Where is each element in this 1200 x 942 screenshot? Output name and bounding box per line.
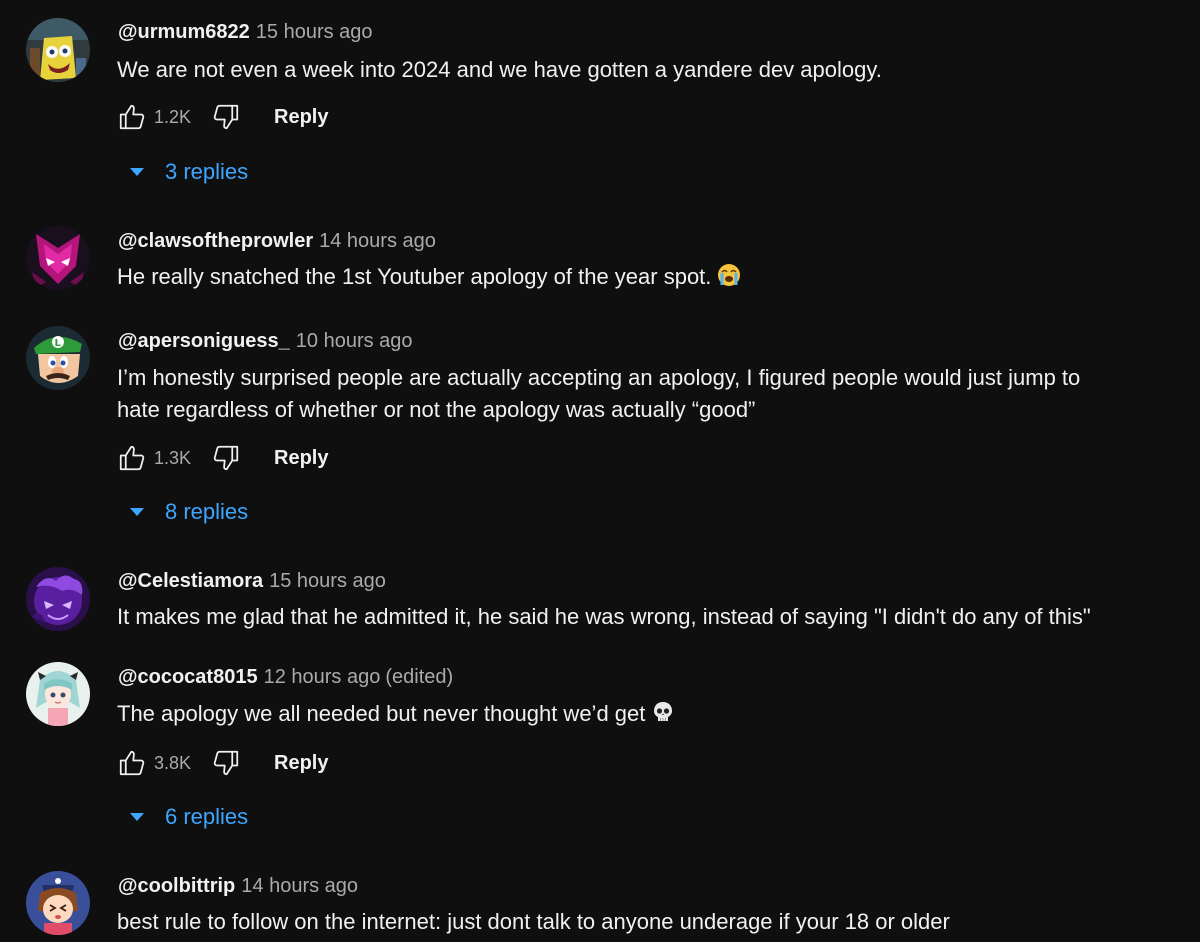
reply-button[interactable]: Reply	[274, 106, 328, 129]
replies-count: 3 replies	[165, 159, 249, 184]
dislike-button[interactable]	[206, 743, 246, 783]
dislike-button[interactable]	[206, 97, 246, 137]
replies-count: 6 replies	[165, 804, 249, 829]
cartoon-child-avatar-icon	[26, 871, 90, 935]
author-name[interactable]: @Celestiamora	[118, 570, 263, 592]
masked-character-avatar-icon	[26, 226, 90, 290]
comment-time[interactable]: 14 hours ago	[319, 230, 436, 252]
comment-text-line: hate regardless of whether or not the ap…	[117, 397, 756, 422]
comment-text: I’m honestly surprised people are actual…	[117, 362, 1177, 426]
comment-text: The apology we all needed but never thou…	[117, 698, 1177, 733]
comment-header: @apersoniguess_ 10 hours ago	[118, 329, 413, 353]
replies-count: 8 replies	[165, 499, 249, 524]
view-replies-button[interactable]: 6 replies	[125, 799, 248, 835]
comment-actions: 1.3K Reply	[112, 438, 328, 478]
caret-down-icon	[125, 805, 149, 829]
author-name[interactable]: @coolbittrip	[118, 875, 235, 897]
loudly-crying-face-emoji	[717, 263, 741, 296]
avatar[interactable]	[26, 662, 90, 726]
comment-time[interactable]: 12 hours ago	[264, 666, 381, 688]
author-name[interactable]: @apersoniguess_	[118, 330, 290, 352]
thumbs-up-icon	[119, 750, 145, 776]
author-name[interactable]: @clawsoftheprowler	[118, 230, 313, 252]
dislike-button[interactable]	[206, 438, 246, 478]
anime-girl-avatar-icon	[26, 662, 90, 726]
comment-time[interactable]: 15 hours ago	[269, 570, 386, 592]
avatar[interactable]: L	[26, 326, 90, 390]
comment-actions: 1.2K Reply	[112, 97, 328, 137]
comment-header: @urmum6822 15 hours ago	[118, 20, 373, 44]
author-name[interactable]: @urmum6822	[118, 21, 250, 43]
thumbs-up-icon	[119, 104, 145, 130]
comment-text: He really snatched the 1st Youtuber apol…	[117, 261, 1177, 296]
avatar[interactable]	[26, 226, 90, 290]
comment-text: best rule to follow on the internet: jus…	[117, 909, 950, 934]
author-name[interactable]: @cococat8015	[118, 666, 258, 688]
comment-time[interactable]: 10 hours ago	[296, 330, 413, 352]
caret-down-icon	[125, 160, 149, 184]
reply-button[interactable]: Reply	[274, 752, 328, 775]
comment-text-content: The apology we all needed but never thou…	[117, 701, 646, 726]
svg-text:L: L	[55, 338, 62, 349]
comment-header: @clawsoftheprowler 14 hours ago	[118, 229, 436, 253]
spongebob-avatar-icon	[26, 18, 90, 82]
view-replies-button[interactable]: 8 replies	[125, 494, 248, 530]
comment-header: @cococat8015 12 hours ago (edited)	[118, 665, 453, 689]
thumbs-down-icon	[213, 104, 239, 130]
like-count: 1.3K	[154, 447, 192, 468]
thumbs-up-icon	[119, 445, 145, 471]
like-button[interactable]	[112, 438, 152, 478]
like-count: 3.8K	[154, 752, 192, 773]
avatar[interactable]	[26, 871, 90, 935]
view-replies-button[interactable]: 3 replies	[125, 154, 248, 190]
skull-emoji	[651, 700, 675, 733]
like-count: 1.2K	[154, 106, 192, 127]
luigi-avatar-icon: L	[26, 326, 90, 390]
avatar[interactable]	[26, 18, 90, 82]
comment-actions: 3.8K Reply	[112, 743, 328, 783]
comment-text-line: I’m honestly surprised people are actual…	[117, 365, 1081, 390]
thumbs-down-icon	[213, 445, 239, 471]
avatar[interactable]	[26, 567, 90, 631]
reply-button[interactable]: Reply	[274, 447, 328, 470]
like-button[interactable]	[112, 97, 152, 137]
comment-text: It makes me glad that he admitted it, he…	[117, 604, 1091, 629]
edited-label: (edited)	[385, 666, 454, 688]
comment-header: @Celestiamora 15 hours ago	[118, 569, 386, 593]
comment-text: We are not even a week into 2024 and we …	[117, 57, 882, 82]
like-button[interactable]	[112, 743, 152, 783]
comment-text-content: He really snatched the 1st Youtuber apol…	[117, 264, 712, 289]
comment-time[interactable]: 15 hours ago	[256, 21, 373, 43]
caret-down-icon	[125, 500, 149, 524]
comment-header: @coolbittrip 14 hours ago	[118, 874, 358, 898]
comment-time[interactable]: 14 hours ago	[241, 875, 358, 897]
thumbs-down-icon	[213, 750, 239, 776]
purple-character-avatar-icon	[26, 567, 90, 631]
